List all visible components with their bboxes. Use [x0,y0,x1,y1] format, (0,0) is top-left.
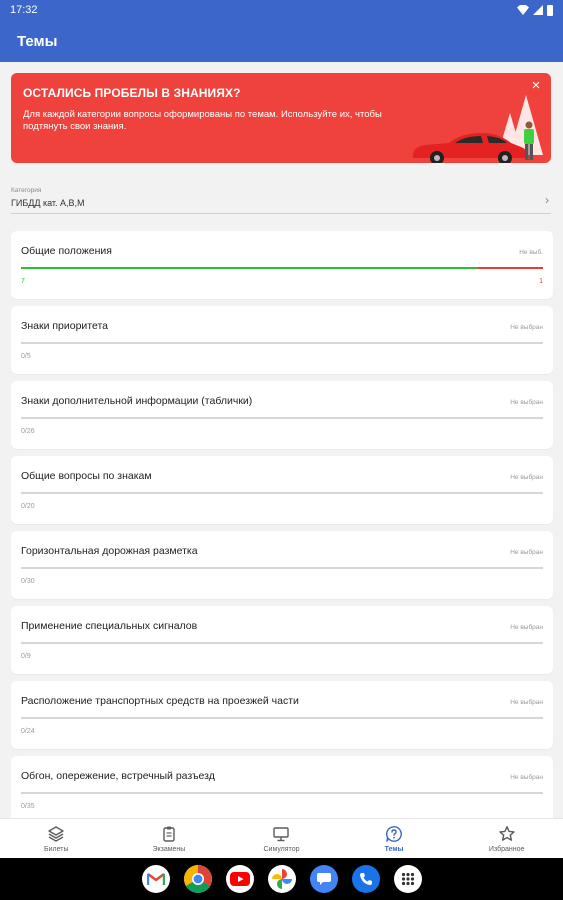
category-value: ГИБДД кат. A,B,M [11,198,85,208]
topic-progress: 0/30 [21,578,35,585]
nav-label: Избранное [488,846,525,853]
gmail-icon[interactable] [141,865,170,893]
wrong-count: 1 [539,278,543,285]
topic-title: Общие положения [21,245,112,257]
chevron-right-icon: › [545,193,549,207]
close-icon[interactable]: × [527,77,545,95]
question-icon [386,826,403,842]
topic-progress: 0/9 [21,653,31,660]
system-taskbar [0,858,563,900]
page-title: Темы [17,32,58,50]
nav-exams[interactable]: Экзамены [113,819,226,858]
topic-title: Горизонтальная дорожная разметка [21,545,198,557]
banner-text: Для каждой категории вопросы оформирован… [23,109,382,132]
topic-title: Знаки дополнительной информации (табличк… [21,395,253,407]
topic-card[interactable]: Знаки дополнительной информации (табличк… [11,381,553,449]
topic-status: Не выб. [519,249,543,256]
topic-status: Не выбран [510,699,543,706]
star-icon [498,826,515,841]
nav-label: Билеты [44,846,69,853]
topic-progress-bar [21,792,543,794]
banner-title: ОСТАЛИСЬ ПРОБЕЛЫ В ЗНАНИЯХ? [23,86,241,100]
topic-status: Не выбран [510,549,543,556]
topic-card[interactable]: Горизонтальная дорожная разметка Не выбр… [11,531,553,599]
nav-tickets[interactable]: Билеты [0,819,113,858]
correct-answers-bar [21,267,478,269]
topic-progress-bar [21,642,543,644]
topic-progress: 0/20 [21,503,35,510]
nav-favorites[interactable]: Избранное [450,819,563,858]
topic-status: Не выбран [510,774,543,781]
promo-banner: ОСТАЛИСЬ ПРОБЕЛЫ В ЗНАНИЯХ? Для каждой к… [11,73,551,163]
car-illustration [413,133,527,163]
topic-title: Применение специальных сигналов [21,620,198,632]
topic-card[interactable]: Общие положения Не выб. 7 1 [11,231,553,299]
wifi-icon [517,5,529,15]
topic-card[interactable]: Общие вопросы по знакам Не выбран 0/20 [11,456,553,524]
topic-progress-bar [21,417,543,419]
nav-topics[interactable]: Темы [338,819,451,858]
status-time: 17:32 [10,4,38,16]
topic-card[interactable]: Обгон, опережение, встречный разъезд Не … [11,756,553,824]
layers-icon [48,826,64,842]
messages-icon[interactable] [309,865,338,893]
photos-icon[interactable] [267,865,296,893]
topic-status: Не выбран [510,399,543,406]
nav-simulator[interactable]: Симулятор [225,819,338,858]
topic-title: Знаки приоритета [21,320,109,332]
topic-title: Обгон, опережение, встречный разъезд [21,770,215,782]
topic-progress: 0/26 [21,428,35,435]
topic-title: Расположение транспортных средств на про… [21,695,299,707]
correct-count: 7 [21,278,25,285]
clipboard-icon [163,826,175,842]
topic-progress: 0/24 [21,728,35,735]
signal-icon [533,5,543,15]
topic-status: Не выбран [510,624,543,631]
topic-card[interactable]: Расположение транспортных средств на про… [11,681,553,749]
topic-card[interactable]: Применение специальных сигналов Не выбра… [11,606,553,674]
topic-progress-bar [21,267,543,269]
status-bar: 17:32 [0,0,563,20]
topic-progress: 0/35 [21,803,35,810]
category-label: Категория [11,187,42,194]
nav-label: Симулятор [263,846,300,853]
monitor-icon [273,827,290,842]
topic-progress-bar [21,717,543,719]
topic-title: Общие вопросы по знакам [21,470,152,482]
topic-progress: 0/5 [21,353,31,360]
app-bar: Темы [0,20,563,62]
chrome-icon[interactable] [183,865,212,893]
status-icons [517,4,553,16]
topic-progress-bar [21,567,543,569]
apps-icon[interactable] [393,865,422,893]
battery-icon [547,4,553,16]
topic-progress-bar [21,342,543,344]
nav-label: Экзамены [152,846,186,853]
phone-icon[interactable] [351,865,380,893]
topic-progress-bar [21,492,543,494]
topic-card[interactable]: Знаки приоритета Не выбран 0/5 [11,306,553,374]
topic-status: Не выбран [510,324,543,331]
youtube-icon[interactable] [225,865,254,893]
nav-label: Темы [384,846,404,853]
topic-status: Не выбран [510,474,543,481]
bottom-nav: Билеты Экзамены Симулятор Темы Избранное [0,818,563,858]
category-selector[interactable]: Категория ГИБДД кат. A,B,M › [11,184,551,214]
wrong-answers-bar [477,267,543,269]
person-illustration [524,121,534,160]
